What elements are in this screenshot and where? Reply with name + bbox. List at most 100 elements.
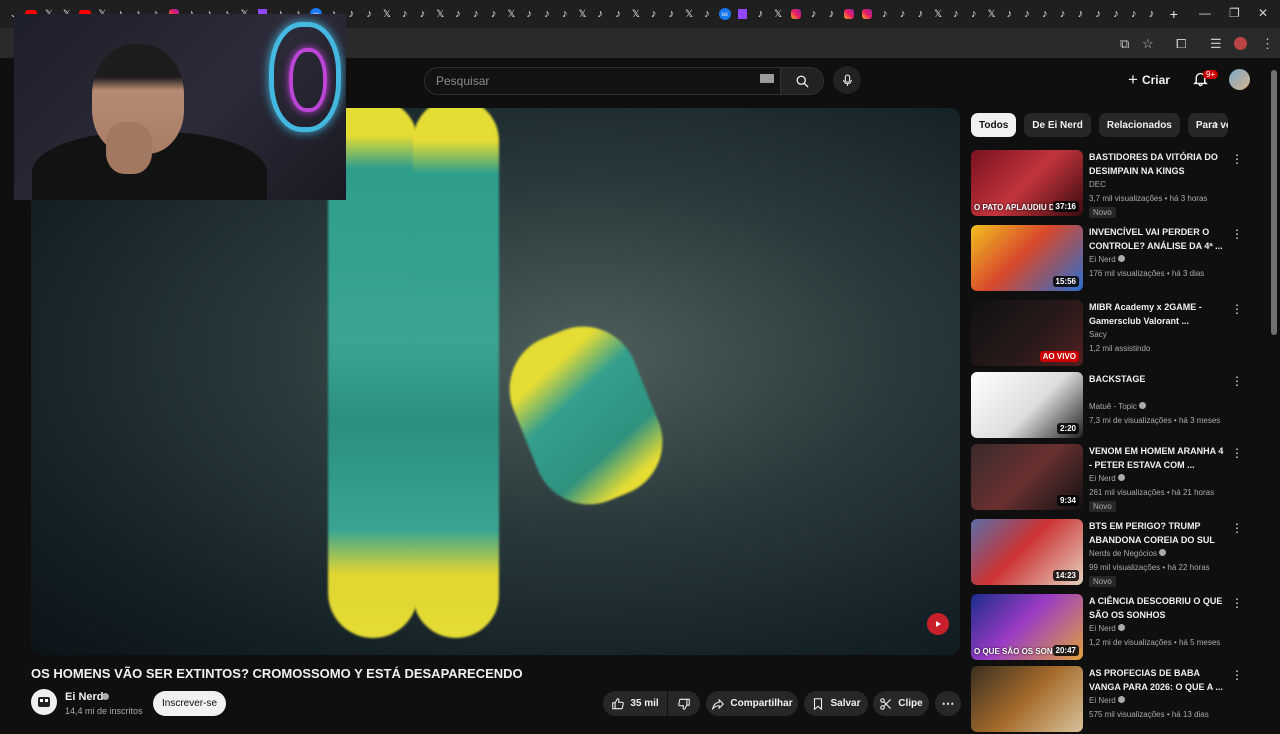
recommendation-channel[interactable]: DEC [1089, 180, 1106, 189]
share-button[interactable]: Compartilhar [706, 691, 798, 716]
tab-tiktok-favicon[interactable] [753, 7, 768, 22]
more-vertical-icon[interactable]: ⋮ [1231, 596, 1243, 610]
video-thumbnail[interactable]: 9:34 [971, 444, 1083, 510]
like-button[interactable]: 35 mil [603, 691, 667, 716]
tab-tiktok-favicon[interactable] [664, 7, 679, 22]
recommendation-title[interactable]: BTS EM PERIGO? TRUMP ABANDONA COREIA DO … [1089, 519, 1224, 547]
tab-tiktok-favicon[interactable] [877, 7, 892, 22]
recommendation-item[interactable]: 2:20 BACKSTAGE Matuê - Topic 7,3 mi de vis… [971, 372, 1271, 440]
tab-tiktok-favicon[interactable] [646, 7, 661, 22]
chip-relacionados[interactable]: Relacionados [1098, 113, 1180, 137]
tab-tiktok-favicon[interactable] [539, 7, 554, 22]
recommendation-channel[interactable]: Ei Nerd [1089, 474, 1125, 483]
video-thumbnail[interactable]: 14:23 [971, 519, 1083, 585]
recommendation-item[interactable]: O PATO APLAUDIU DE PÉ! 37:16 BASTIDORES DA… [971, 150, 1271, 218]
tab-tiktok-favicon[interactable] [344, 7, 359, 22]
tab-x-favicon[interactable] [504, 7, 519, 22]
page-scrollbar[interactable] [1271, 70, 1277, 335]
close-window-icon[interactable]: ✕ [1258, 6, 1268, 20]
recommendation-title[interactable]: MIBR Academy x 2GAME - Gamersclub Valora… [1089, 300, 1224, 328]
more-vertical-icon[interactable]: ⋮ [1231, 227, 1243, 241]
channel-watermark-icon[interactable] [927, 613, 949, 635]
recommendation-title[interactable]: INVENCÍVEL VAI PERDER O CONTROLE? ANÁLIS… [1089, 225, 1224, 253]
video-thumbnail[interactable]: AO VIVO [971, 300, 1083, 366]
recommendation-item[interactable]: AO VIVO MIBR Academy x 2GAME - Gamersclub… [971, 300, 1271, 368]
tab-tiktok-favicon[interactable] [362, 7, 377, 22]
tab-x-favicon[interactable] [379, 7, 394, 22]
tab-tiktok-favicon[interactable] [895, 7, 910, 22]
recommendation-channel[interactable]: Nerds de Negócios [1089, 549, 1167, 558]
new-tab-button[interactable]: + [1166, 6, 1181, 22]
install-app-icon[interactable]: ⧉ [1120, 36, 1129, 52]
reading-list-icon[interactable]: ☰ [1210, 36, 1222, 52]
chips-next-chevron-icon[interactable]: › [1214, 116, 1218, 131]
tab-insta-favicon[interactable] [860, 7, 875, 22]
subscribe-button[interactable]: Inscrever-se [153, 691, 226, 716]
recommendation-item[interactable]: 15:56 INVENCÍVEL VAI PERDER O CONTROLE? A… [971, 225, 1271, 293]
extensions-icon[interactable]: ⧠ [1176, 36, 1186, 52]
minimize-icon[interactable]: — [1199, 6, 1211, 20]
recommendation-item[interactable]: 9:34 VENOM EM HOMEM ARANHA 4 - PETER ESTA… [971, 444, 1271, 512]
recommendation-title[interactable]: AS PROFECIAS DE BABA VANGA PARA 2026: O … [1089, 666, 1224, 694]
tab-tiktok-favicon[interactable] [966, 7, 981, 22]
search-button[interactable] [780, 67, 824, 95]
tab-x-favicon[interactable] [682, 7, 697, 22]
tab-tiktok-favicon[interactable] [415, 7, 430, 22]
more-vertical-icon[interactable]: ⋮ [1231, 446, 1243, 460]
video-thumbnail[interactable]: O PATO APLAUDIU DE PÉ! 37:16 [971, 150, 1083, 216]
more-vertical-icon[interactable]: ⋮ [1231, 521, 1243, 535]
tab-tiktok-favicon[interactable] [699, 7, 714, 22]
tab-tiktok-favicon[interactable] [1108, 7, 1123, 22]
more-actions-button[interactable]: ⋯ [935, 691, 961, 716]
tab-x-favicon[interactable] [771, 7, 786, 22]
tab-tiktok-favicon[interactable] [1091, 7, 1106, 22]
keyboard-icon[interactable] [760, 74, 774, 83]
recommendation-item[interactable]: 14:23 BTS EM PERIGO? TRUMP ABANDONA COREI… [971, 519, 1271, 587]
chip-de-ei-nerd[interactable]: De Ei Nerd [1024, 113, 1091, 137]
recommendation-title[interactable]: BASTIDORES DA VITÓRIA DO DESIMPAIN NA KI… [1089, 150, 1224, 178]
tab-x-favicon[interactable] [433, 7, 448, 22]
tab-tiktok-favicon[interactable] [1144, 7, 1159, 22]
recommendation-item[interactable]: AS PROFECIAS DE BABA VANGA PARA 2026: O … [971, 666, 1271, 734]
recommendation-title[interactable]: VENOM EM HOMEM ARANHA 4 - PETER ESTAVA C… [1089, 444, 1224, 472]
tab-tiktok-favicon[interactable] [948, 7, 963, 22]
video-thumbnail[interactable]: 2:20 [971, 372, 1083, 438]
tab-tiktok-favicon[interactable] [1020, 7, 1035, 22]
tab-tiktok-favicon[interactable] [611, 7, 626, 22]
recommendation-title[interactable]: A CIÊNCIA DESCOBRIU O QUE SÃO OS SONHOS [1089, 594, 1224, 622]
tab-tiktok-favicon[interactable] [1037, 7, 1052, 22]
more-vertical-icon[interactable]: ⋮ [1231, 668, 1243, 682]
tab-tiktok-favicon[interactable] [806, 7, 821, 22]
tab-tiktok-favicon[interactable] [557, 7, 572, 22]
chip-para-voce[interactable]: Para você [1187, 113, 1228, 137]
browser-menu-icon[interactable]: ⋮ [1261, 36, 1274, 52]
video-thumbnail[interactable]: O QUE SÃO OS SONHOS? 20:47 [971, 594, 1083, 660]
recommendation-channel[interactable]: Matuê - Topic [1089, 402, 1147, 411]
tab-twitch-favicon[interactable] [735, 7, 750, 22]
tab-tiktok-favicon[interactable] [1073, 7, 1088, 22]
channel-avatar[interactable] [31, 689, 57, 715]
recommendation-item[interactable]: O QUE SÃO OS SONHOS? 20:47 A CIÊNCIA DESCO… [971, 594, 1271, 662]
more-vertical-icon[interactable]: ⋮ [1231, 152, 1243, 166]
account-avatar[interactable] [1229, 69, 1250, 90]
save-button[interactable]: Salvar [804, 691, 868, 716]
video-thumbnail[interactable] [971, 666, 1083, 732]
tab-x-favicon[interactable] [984, 7, 999, 22]
voice-search-button[interactable] [833, 66, 861, 94]
create-button[interactable]: + Criar [1128, 67, 1170, 93]
more-vertical-icon[interactable]: ⋮ [1231, 374, 1243, 388]
channel-name[interactable]: Ei Nerd [65, 691, 104, 703]
more-vertical-icon[interactable]: ⋮ [1231, 302, 1243, 316]
tab-tiktok-favicon[interactable] [593, 7, 608, 22]
tab-tiktok-favicon[interactable] [824, 7, 839, 22]
tab-tiktok-favicon[interactable] [1002, 7, 1017, 22]
tab-insta-favicon[interactable] [842, 7, 857, 22]
tab-tiktok-favicon[interactable] [1055, 7, 1070, 22]
recommendation-channel[interactable]: Sacy [1089, 330, 1107, 339]
recommendation-channel[interactable]: Ei Nerd [1089, 255, 1125, 264]
video-thumbnail[interactable]: 15:56 [971, 225, 1083, 291]
tab-x-favicon[interactable] [628, 7, 643, 22]
recommendation-channel[interactable]: Ei Nerd [1089, 624, 1125, 633]
chip-todos[interactable]: Todos [971, 113, 1017, 137]
dislike-button[interactable] [668, 691, 700, 716]
